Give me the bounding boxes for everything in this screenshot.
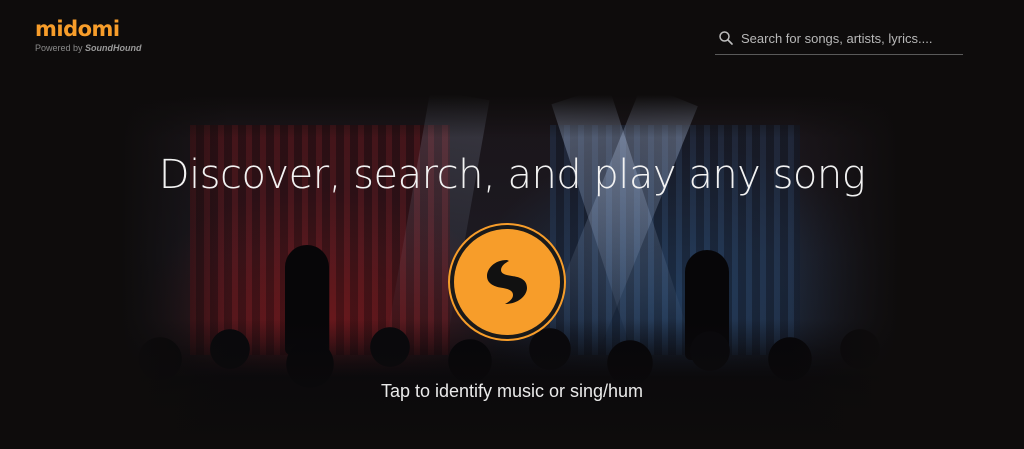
identify-music-button[interactable] (448, 223, 566, 341)
midomi-logo[interactable]: midomi Powered by SoundHound (35, 18, 142, 53)
powered-by-prefix: Powered by (35, 43, 86, 53)
performer-silhouette (285, 245, 329, 355)
hero-headline: Discover, search, and play any song (158, 152, 866, 198)
soundhound-brand-text: SoundHound (85, 43, 142, 53)
identify-button-face (454, 229, 560, 335)
performer-silhouette (685, 250, 729, 360)
midomi-home-page: midomi Powered by SoundHound Discover, s… (0, 0, 1024, 449)
search-icon[interactable] (717, 29, 735, 47)
search-bar[interactable] (715, 22, 963, 55)
tap-to-identify-label: Tap to identify music or sing/hum (380, 381, 644, 401)
stage-light-beam (551, 95, 689, 352)
logo-wordmark: midomi (35, 17, 120, 41)
search-input[interactable] (741, 30, 961, 46)
powered-by-label: Powered by SoundHound (35, 43, 142, 53)
stage-light-beam (544, 95, 698, 348)
soundhound-logo-icon (487, 260, 527, 304)
